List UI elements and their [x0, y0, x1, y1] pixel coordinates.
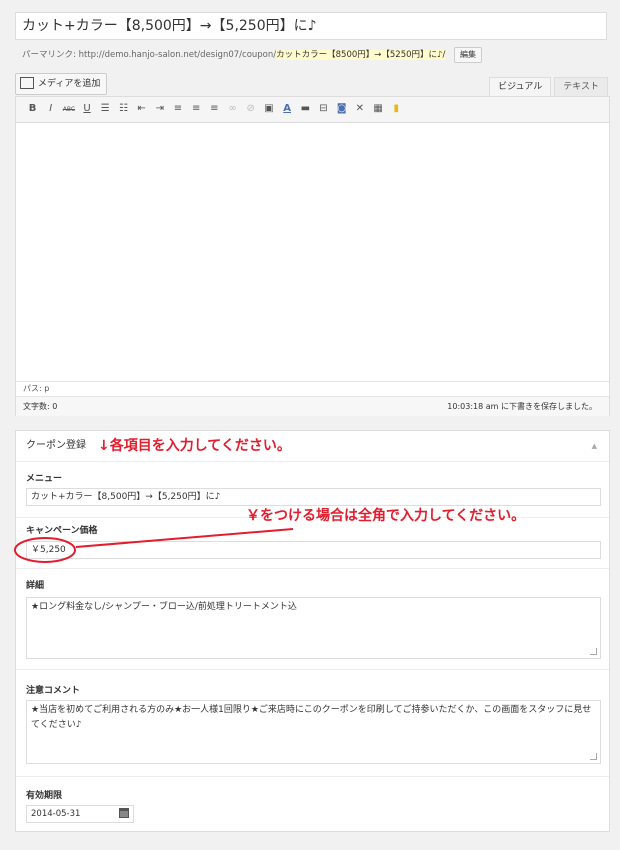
annotation-pointer-line	[75, 528, 294, 548]
price-highlight-circle	[14, 537, 76, 563]
annotation-overlay	[14, 528, 294, 563]
